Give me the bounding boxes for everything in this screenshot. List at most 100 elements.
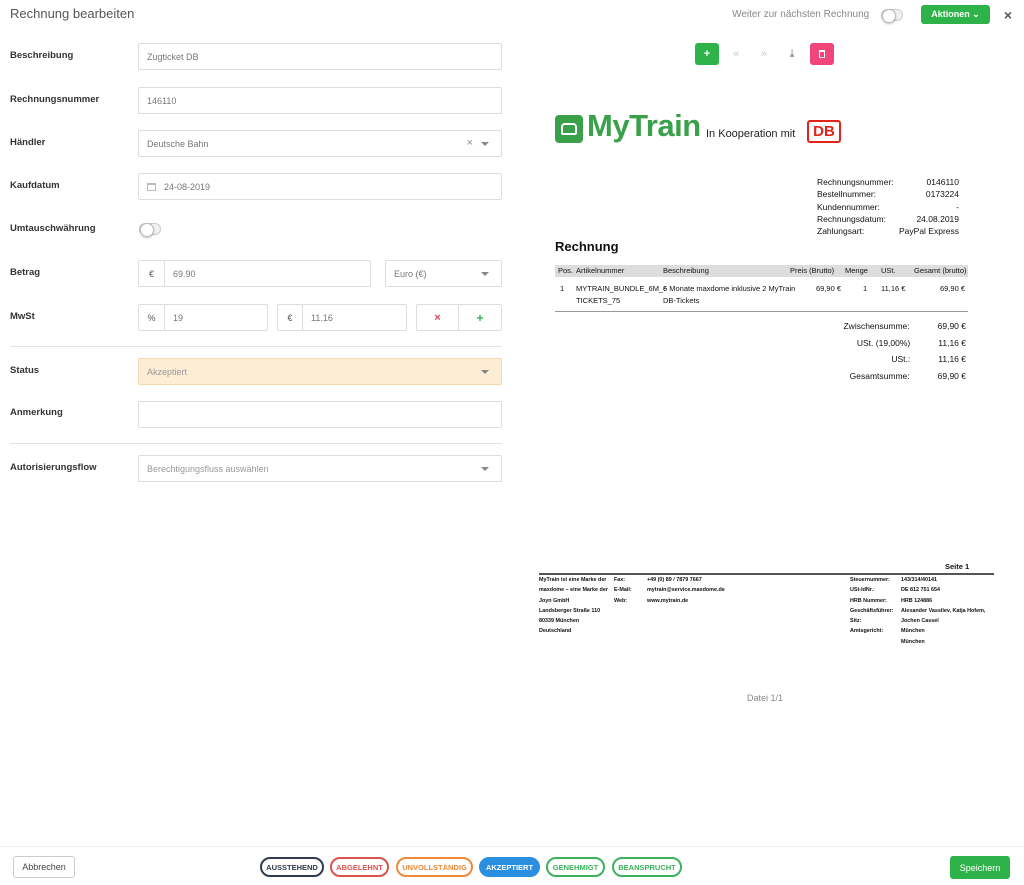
total-row: Zwischensumme: 69,90 €: [820, 321, 966, 338]
rechnungsnummer-input[interactable]: 146110: [138, 87, 502, 114]
beschreibung-input[interactable]: Zugticket DB: [138, 43, 502, 70]
trash-icon: [819, 50, 825, 58]
delete-page-button[interactable]: [810, 43, 834, 65]
umtausch-toggle[interactable]: [139, 223, 161, 237]
betrag-input[interactable]: 69.90: [164, 260, 371, 287]
clear-icon[interactable]: ×: [467, 137, 473, 149]
col-gesamt: Gesamt (brutto): [914, 266, 967, 275]
chevron-left-icon: «: [732, 48, 740, 60]
currency-select[interactable]: Euro (€): [385, 260, 502, 287]
chevron-down-icon: [481, 272, 489, 276]
footer-text: DE 812 751 654: [901, 587, 940, 594]
cancel-button[interactable]: Abbrechen: [13, 856, 75, 878]
anmerkung-input[interactable]: [138, 401, 502, 428]
add-page-button[interactable]: +: [695, 43, 719, 65]
meta-key: Zahlungsart:: [817, 226, 865, 237]
status-label: Status: [10, 365, 40, 376]
total-value: 69,90 €: [937, 321, 966, 331]
meta-row: Rechnungsdatum: 24.08.2019: [817, 214, 959, 226]
status-ausstehend-button[interactable]: AUSSTEHEND: [260, 857, 324, 877]
footer-text: Geschäftsführer:: [850, 607, 894, 614]
footer-text: Deutschland: [539, 628, 572, 635]
total-row: Gesamtsumme: 69,90 €: [820, 371, 966, 388]
page-title: Rechnung bearbeiten: [10, 6, 135, 21]
status-abgelehnt-button[interactable]: ABGELEHNT: [330, 857, 389, 877]
col-ust: USt.: [881, 266, 896, 275]
meta-row: Kundennummer: -: [817, 202, 959, 214]
mwst-euro-input[interactable]: 11.16: [302, 304, 407, 331]
betrag-currency-prefix: €: [138, 260, 165, 287]
chevron-down-icon: [481, 370, 489, 374]
footer-text: Steuernummer:: [850, 577, 890, 583]
remove-tax-button[interactable]: ×: [416, 304, 459, 331]
mwst-euro-prefix: €: [277, 304, 303, 331]
total-key: Zwischensumme:: [843, 321, 910, 331]
prev-page-button[interactable]: «: [724, 43, 748, 65]
footer-text: Amtsgericht:: [850, 628, 884, 635]
footer-text: HRB Nummer:: [850, 597, 887, 604]
chevron-down-icon: [481, 467, 489, 471]
kaufdatum-input[interactable]: 24-08-2019: [138, 173, 502, 200]
row-desc2: DB-Tickets: [663, 296, 700, 305]
chevron-down-icon: [481, 142, 489, 146]
totals: Zwischensumme: 69,90 € USt. (19,00%) 11,16…: [820, 321, 966, 387]
status-beansprucht-button[interactable]: BEANSPRUCHT: [612, 857, 682, 877]
actions-label: Aktionen: [931, 9, 970, 19]
footer-text: Joyn GmbH: [539, 597, 570, 604]
cooperation-text: In Kooperation mit: [706, 128, 796, 140]
autorisierung-placeholder: Berechtigungsfluss auswählen: [147, 463, 269, 474]
mwst-percent-input[interactable]: 19: [164, 304, 268, 331]
status-select[interactable]: Akzeptiert: [138, 358, 502, 385]
invoice-meta: Rechnungsnummer: 0146110 Bestellnummer: 01…: [817, 177, 959, 238]
download-icon: ⤓: [789, 47, 795, 60]
footer-text: Landsberger Straße 110: [539, 607, 601, 614]
actions-button[interactable]: Aktionen ⌄: [921, 5, 990, 24]
row-desc1: 6 Monate maxdome inklusive 2 MyTrain: [663, 284, 796, 293]
next-page-button[interactable]: »: [752, 43, 776, 65]
footer-text: Alexander Vassilev, Katja Hofem,: [901, 607, 986, 614]
footer-col2-vals: +49 (0) 89 / 7879 7667 mytrain@service.m…: [647, 575, 725, 606]
download-button[interactable]: ⤓: [780, 43, 804, 65]
betrag-label: Betrag: [10, 267, 41, 278]
col-beschreibung: Beschreibung: [663, 266, 709, 275]
beschreibung-label: Beschreibung: [10, 50, 74, 61]
autorisierung-select[interactable]: Berechtigungsfluss auswählen: [138, 455, 502, 482]
meta-key: Rechnungsnummer:: [817, 177, 894, 187]
footer-col3-vals: 143/314/40141 DE 812 751 654 HRB 124886 …: [901, 575, 985, 647]
footer-text: maxdome – eine Marke der: [539, 587, 608, 594]
train-icon: [561, 123, 577, 135]
divider: [10, 346, 502, 347]
footer-text: HRB 124886: [901, 597, 933, 604]
chevron-right-icon: »: [760, 48, 768, 60]
status-genehmigt-button[interactable]: GENEHMIGT: [546, 857, 605, 877]
calendar-icon: [147, 182, 156, 191]
haendler-select[interactable]: Deutsche Bahn ×: [138, 130, 502, 157]
row-ust: 11,16 €: [881, 284, 906, 293]
next-invoice-toggle[interactable]: [881, 8, 904, 23]
invoice-heading: Rechnung: [555, 239, 619, 254]
meta-value: 0146110: [926, 177, 959, 187]
anmerkung-label: Anmerkung: [10, 407, 63, 418]
total-value: 11,16 €: [938, 337, 966, 348]
status-akzeptiert-button[interactable]: AKZEPTIERT: [479, 857, 540, 877]
umtausch-label: Umtauschwährung: [10, 223, 96, 234]
footer-col1: MyTrain ist eine Marke der maxdome – ein…: [539, 575, 608, 637]
footer-text: +49 (0) 89 / 7879 7667: [647, 577, 702, 583]
save-button[interactable]: Speichern: [950, 856, 1010, 879]
footer-text: MyTrain ist eine Marke der: [539, 577, 607, 583]
footer-text: Web:: [614, 597, 628, 604]
header-controls: Weiter zur nächsten Rechnung Aktionen ⌄ …: [732, 5, 1012, 24]
meta-row: Bestellnummer: 0173224: [817, 189, 959, 201]
meta-key: Bestellnummer:: [817, 189, 877, 200]
status-unvollstaendig-button[interactable]: UNVOLLSTÄNDIG: [396, 857, 473, 877]
col-artikelnummer: Artikelnummer: [576, 266, 625, 275]
row-art2: TICKETS_75: [576, 296, 621, 305]
footer-text: 143/314/40141: [901, 577, 937, 583]
footer-col2-keys: Fax: E-Mail: Web:: [614, 575, 632, 606]
chevron-down-icon: ⌄: [972, 9, 980, 19]
footer-text: Fax:: [614, 577, 626, 583]
close-icon[interactable]: ×: [1004, 7, 1012, 23]
meta-key: Kundennummer:: [817, 201, 880, 212]
total-value: 11,16 €: [938, 354, 966, 365]
add-tax-button[interactable]: +: [458, 304, 502, 331]
